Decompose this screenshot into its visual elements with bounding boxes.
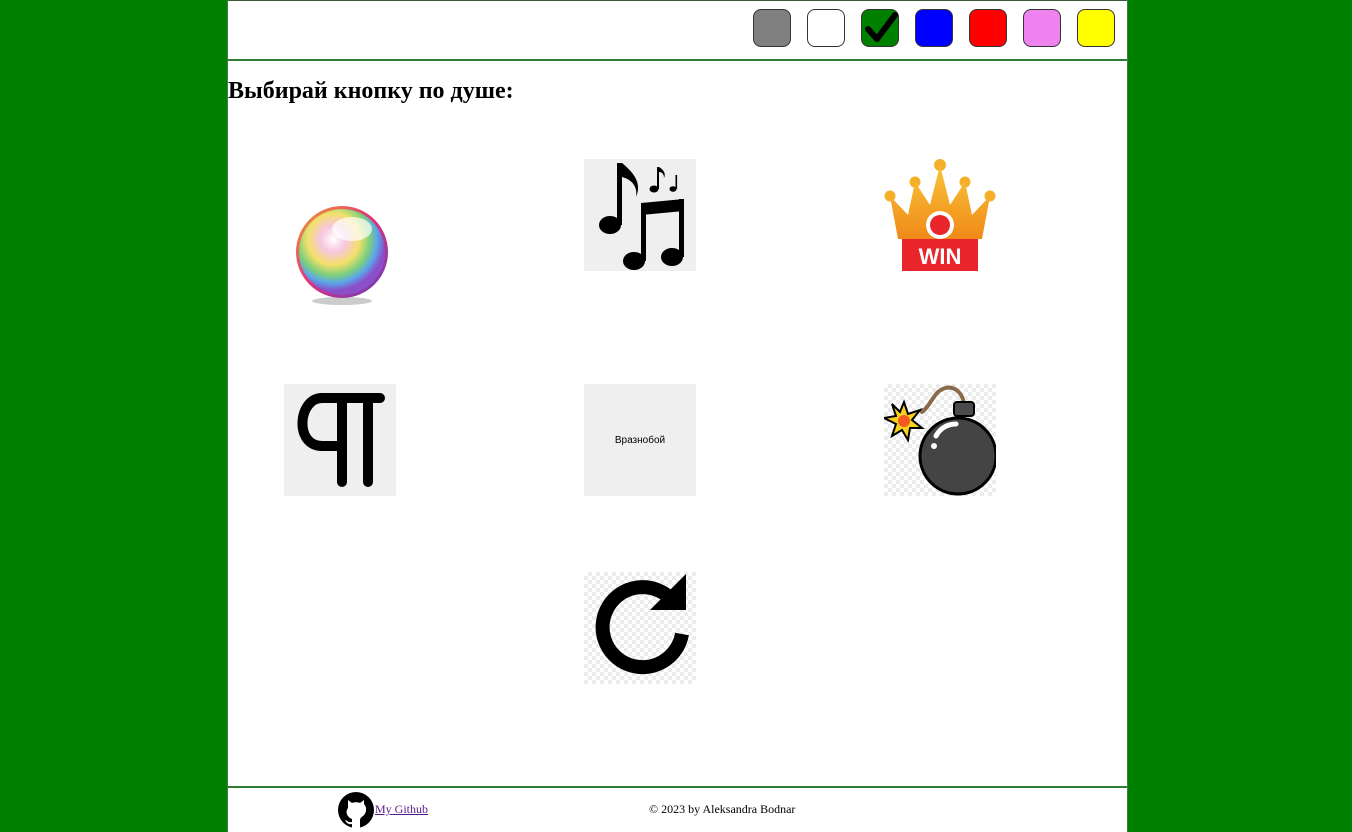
footer: My Github © 2023 by Aleksandra Bodnar [228,786,1127,832]
random-button-label: Вразнобой [614,434,666,446]
swatch-yellow[interactable] [1077,9,1115,47]
win-crown-button[interactable]: WIN [884,159,996,271]
pilcrow-icon [297,393,385,487]
github-icon[interactable] [338,792,374,828]
page-container: Выбирай кнопку по душе: WIN Вразнобой My… [227,0,1128,832]
swatch-red[interactable] [969,9,1007,47]
swatch-blue[interactable] [915,9,953,47]
bomb-icon [884,385,996,496]
bomb-button[interactable] [884,384,996,496]
reload-icon [595,574,689,675]
page-title: Выбирай кнопку по душе: [228,78,514,104]
color-palette-header [228,0,1127,61]
swatch-white[interactable] [807,9,845,47]
color-ball-icon [296,206,388,305]
random-button[interactable]: Вразнобой [584,384,696,496]
github-link[interactable]: My Github [375,802,428,817]
reload-button[interactable] [584,572,696,684]
copyright: © 2023 by Aleksandra Bodnar [649,802,796,816]
swatch-green[interactable] [861,9,899,47]
color-ball-button[interactable] [284,197,396,309]
crown-win-icon: WIN [884,159,996,271]
music-notes-icon [599,163,684,270]
win-label: WIN [919,244,962,269]
swatch-violet[interactable] [1023,9,1061,47]
music-notes-button[interactable] [584,159,696,271]
check-icon [865,12,898,42]
swatch-gray[interactable] [753,9,791,47]
pilcrow-button[interactable] [284,384,396,496]
